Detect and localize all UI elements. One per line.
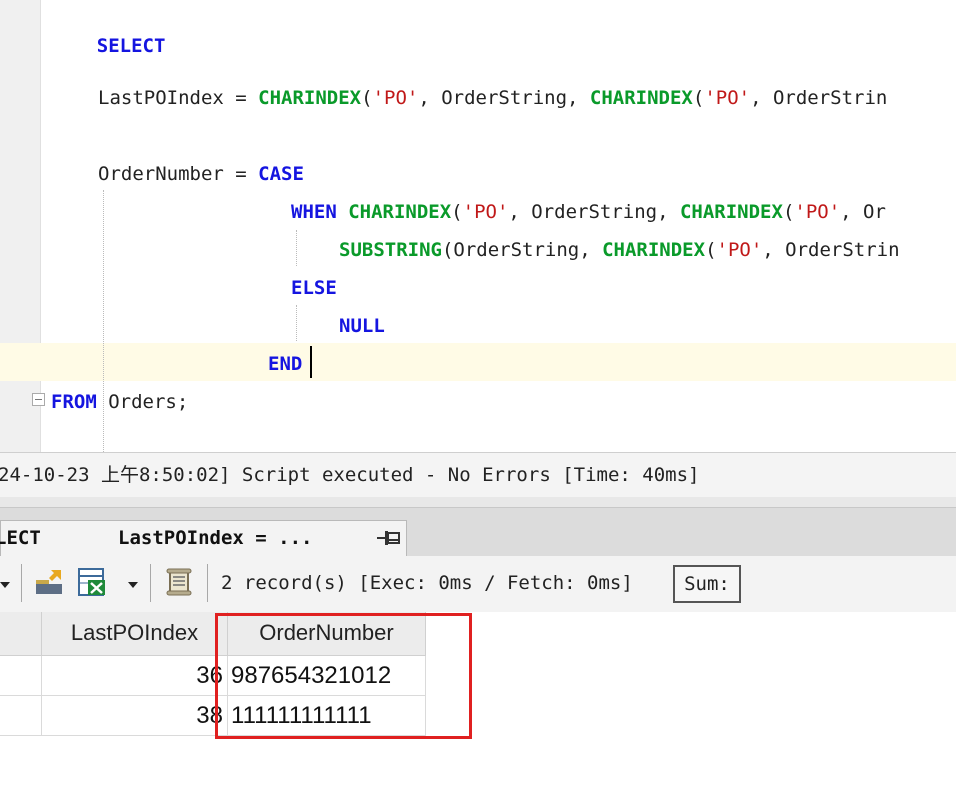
code-text: , OrderStrin [762,239,900,261]
excel-icon[interactable] [76,566,108,598]
code-line-end: END [268,352,302,376]
function-charindex: CHARINDEX [589,87,693,109]
current-line-highlight [0,343,956,381]
row-header[interactable] [0,696,42,736]
code-lhs: OrderNumber = [98,163,259,185]
code-line-else: ELSE [291,276,337,300]
function-charindex: CHARINDEX [679,201,783,223]
panel-splitter[interactable] [0,497,956,508]
string-literal: 'PO' [716,239,763,261]
script-icon[interactable] [163,566,195,598]
result-toolbar: 2 record(s) [Exec: 0ms / Fetch: 0ms] Sum… [0,556,956,613]
keyword-from: FROM [51,391,97,413]
code-line-from: FROM Orders; [51,390,188,414]
keyword-end: END [268,353,303,375]
keyword-when: WHEN [291,201,337,223]
keyword-null: NULL [339,315,385,337]
table-cell[interactable]: 38 [42,696,228,736]
keyword-select: SELECT [96,35,166,57]
string-literal: 'PO' [794,201,841,223]
column-header-lastpoindex[interactable]: LastPOIndex [42,612,228,656]
result-tab-bar: LECT LastPOIndex = ... [0,508,956,560]
code-text: , OrderString, [418,87,590,109]
code-text: , Or [840,201,886,223]
line-gutter [0,0,41,452]
code-lhs: LastPOIndex = [98,87,259,109]
sql-editor[interactable]: SELECT LastPOIndex = CHARINDEX('PO', Ord… [0,0,956,452]
message-panel: 24-10-23 上午8:50:02] Script executed - No… [0,452,956,498]
function-substring: SUBSTRING [339,239,442,261]
keyword-else: ELSE [291,277,337,299]
code-text: , OrderString, [508,201,680,223]
code-text: Orders; [96,391,189,413]
string-literal: 'PO' [704,87,751,109]
function-charindex: CHARINDEX [348,201,452,223]
fold-collapse-icon[interactable] [32,393,45,406]
dropdown-arrow-icon[interactable] [128,582,138,588]
code-line-ordernumber: OrderNumber = CASE [98,162,304,186]
execution-message: 24-10-23 上午8:50:02] Script executed - No… [0,464,700,486]
result-grid: LastPOIndex OrderNumber 36 987654321012 … [0,612,956,789]
toolbar-separator [207,564,208,602]
pin-icon[interactable] [375,527,405,549]
keyword-case: CASE [258,163,304,185]
indent-guide [296,305,297,341]
code-line-when: WHEN CHARINDEX('PO', OrderString, CHARIN… [291,201,886,223]
function-charindex: CHARINDEX [602,239,706,261]
text-caret [310,346,312,378]
indent-guide [296,230,297,266]
code-text: (OrderString, [441,239,603,261]
table-cell[interactable]: 36 [42,656,228,696]
result-tab-prefix: LECT [0,527,41,549]
code-line-select: SELECT [51,10,166,82]
toolbar-separator [150,564,151,602]
result-tab[interactable]: LECT LastPOIndex = ... [0,520,407,560]
result-tab-label: LastPOIndex = ... [118,527,313,549]
string-literal: 'PO' [372,87,419,109]
row-header-corner [0,612,42,656]
code-line-lastpoindex: LastPOIndex = CHARINDEX('PO', OrderStrin… [98,87,888,109]
code-line-null: NULL [339,314,385,338]
record-count-info: 2 record(s) [Exec: 0ms / Fetch: 0ms] [221,572,633,594]
code-text: , OrderStrin [750,87,888,109]
toolbar-separator [21,564,22,602]
row-header[interactable] [0,656,42,696]
code-line-substring: SUBSTRING(OrderString, CHARINDEX('PO', O… [339,239,900,261]
function-charindex: CHARINDEX [258,87,362,109]
sum-display: Sum: [673,565,741,603]
export-icon[interactable] [33,566,65,598]
string-literal: 'PO' [462,201,509,223]
highlight-annotation-box [215,613,472,739]
dropdown-arrow-icon[interactable] [0,582,10,588]
